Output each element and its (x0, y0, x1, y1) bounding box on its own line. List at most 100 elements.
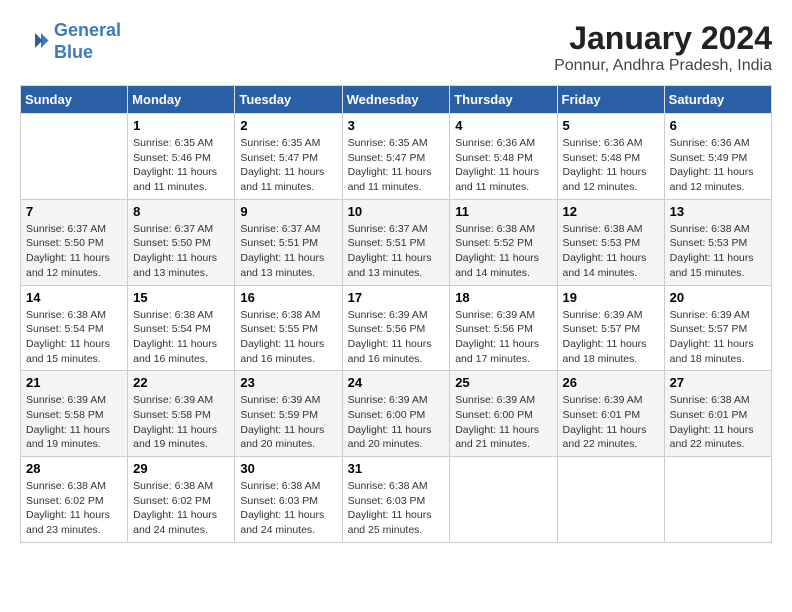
calendar-body: 1Sunrise: 6:35 AMSunset: 5:46 PMDaylight… (21, 114, 772, 543)
calendar-cell: 10Sunrise: 6:37 AMSunset: 5:51 PMDayligh… (342, 199, 450, 285)
day-number: 18 (455, 290, 551, 305)
day-info: Sunrise: 6:39 AMSunset: 5:58 PMDaylight:… (133, 393, 229, 452)
calendar-cell: 13Sunrise: 6:38 AMSunset: 5:53 PMDayligh… (664, 199, 771, 285)
calendar-cell: 28 Sunrise: 6:38 AMSunset: 6:02 PMDayligh… (21, 457, 128, 543)
day-info: Sunrise: 6:37 AMSunset: 5:51 PMDaylight:… (240, 222, 336, 281)
calendar-week-row: 21 Sunrise: 6:39 AMSunset: 5:58 PMDayligh… (21, 371, 772, 457)
logo-icon (20, 27, 50, 57)
day-number: 26 (563, 375, 659, 390)
day-number: 28 (26, 461, 122, 476)
calendar-cell: 11 Sunrise: 6:38 AMSunset: 5:52 PMDayligh… (450, 199, 557, 285)
day-info: Sunrise: 6:38 AMSunset: 6:03 PMDaylight:… (240, 479, 336, 538)
day-number: 15 (133, 290, 229, 305)
calendar-cell: 31 Sunrise: 6:38 AMSunset: 6:03 PMDayligh… (342, 457, 450, 543)
calendar-cell: 9 Sunrise: 6:37 AMSunset: 5:51 PMDaylight… (235, 199, 342, 285)
day-number: 11 (455, 204, 551, 219)
day-number: 10 (348, 204, 445, 219)
calendar-cell: 12 Sunrise: 6:38 AMSunset: 5:53 PMDayligh… (557, 199, 664, 285)
day-info: Sunrise: 6:38 AMSunset: 6:02 PMDaylight:… (133, 479, 229, 538)
calendar-cell (664, 457, 771, 543)
day-info: Sunrise: 6:39 AMSunset: 5:57 PMDaylight:… (670, 308, 766, 367)
calendar-cell: 19 Sunrise: 6:39 AMSunset: 5:57 PMDayligh… (557, 285, 664, 371)
calendar-cell: 29 Sunrise: 6:38 AMSunset: 6:02 PMDayligh… (128, 457, 235, 543)
day-number: 14 (26, 290, 122, 305)
calendar-cell: 30 Sunrise: 6:38 AMSunset: 6:03 PMDayligh… (235, 457, 342, 543)
calendar-cell (450, 457, 557, 543)
day-info: Sunrise: 6:39 AMSunset: 6:00 PMDaylight:… (455, 393, 551, 452)
day-number: 12 (563, 204, 659, 219)
calendar-cell: 15 Sunrise: 6:38 AMSunset: 5:54 PMDayligh… (128, 285, 235, 371)
calendar-table: SundayMondayTuesdayWednesdayThursdayFrid… (20, 85, 772, 543)
day-info: Sunrise: 6:39 AMSunset: 5:56 PMDaylight:… (348, 308, 445, 367)
day-info: Sunrise: 6:36 AMSunset: 5:48 PMDaylight:… (563, 136, 659, 195)
day-number: 4 (455, 118, 551, 133)
col-header-friday: Friday (557, 86, 664, 114)
day-number: 8 (133, 204, 229, 219)
day-info: Sunrise: 6:38 AMSunset: 5:54 PMDaylight:… (26, 308, 122, 367)
col-header-tuesday: Tuesday (235, 86, 342, 114)
calendar-cell: 8 Sunrise: 6:37 AMSunset: 5:50 PMDaylight… (128, 199, 235, 285)
day-number: 27 (670, 375, 766, 390)
calendar-week-row: 14 Sunrise: 6:38 AMSunset: 5:54 PMDayligh… (21, 285, 772, 371)
calendar-week-row: 7 Sunrise: 6:37 AMSunset: 5:50 PMDaylight… (21, 199, 772, 285)
day-info: Sunrise: 6:38 AMSunset: 6:03 PMDaylight:… (348, 479, 445, 538)
day-number: 25 (455, 375, 551, 390)
day-info: Sunrise: 6:36 AMSunset: 5:49 PMDaylight:… (670, 136, 766, 195)
day-number: 31 (348, 461, 445, 476)
calendar-cell: 16Sunrise: 6:38 AMSunset: 5:55 PMDayligh… (235, 285, 342, 371)
calendar-cell: 24 Sunrise: 6:39 AMSunset: 6:00 PMDayligh… (342, 371, 450, 457)
calendar-cell: 25 Sunrise: 6:39 AMSunset: 6:00 PMDayligh… (450, 371, 557, 457)
calendar-cell: 2 Sunrise: 6:35 AMSunset: 5:47 PMDaylight… (235, 114, 342, 200)
day-info: Sunrise: 6:36 AMSunset: 5:48 PMDaylight:… (455, 136, 551, 195)
day-number: 23 (240, 375, 336, 390)
day-info: Sunrise: 6:39 AMSunset: 5:57 PMDaylight:… (563, 308, 659, 367)
day-number: 20 (670, 290, 766, 305)
day-info: Sunrise: 6:39 AMSunset: 6:01 PMDaylight:… (563, 393, 659, 452)
day-number: 29 (133, 461, 229, 476)
month-title: January 2024 (554, 20, 772, 57)
day-number: 30 (240, 461, 336, 476)
calendar-cell: 23Sunrise: 6:39 AMSunset: 5:59 PMDayligh… (235, 371, 342, 457)
logo: General Blue (20, 20, 121, 63)
title-block: January 2024 Ponnur, Andhra Pradesh, Ind… (554, 20, 772, 75)
calendar-cell: 7Sunrise: 6:37 AMSunset: 5:50 PMDaylight… (21, 199, 128, 285)
calendar-cell (557, 457, 664, 543)
calendar-cell: 14 Sunrise: 6:38 AMSunset: 5:54 PMDayligh… (21, 285, 128, 371)
day-info: Sunrise: 6:37 AMSunset: 5:50 PMDaylight:… (133, 222, 229, 281)
day-number: 24 (348, 375, 445, 390)
day-number: 9 (240, 204, 336, 219)
day-number: 6 (670, 118, 766, 133)
day-number: 19 (563, 290, 659, 305)
page-header: General Blue January 2024 Ponnur, Andhra… (20, 20, 772, 75)
day-info: Sunrise: 6:38 AMSunset: 5:54 PMDaylight:… (133, 308, 229, 367)
calendar-cell: 1Sunrise: 6:35 AMSunset: 5:46 PMDaylight… (128, 114, 235, 200)
day-info: Sunrise: 6:35 AMSunset: 5:47 PMDaylight:… (240, 136, 336, 195)
day-number: 7 (26, 204, 122, 219)
calendar-cell: 21 Sunrise: 6:39 AMSunset: 5:58 PMDayligh… (21, 371, 128, 457)
calendar-cell (21, 114, 128, 200)
day-number: 3 (348, 118, 445, 133)
day-info: Sunrise: 6:38 AMSunset: 5:52 PMDaylight:… (455, 222, 551, 281)
day-info: Sunrise: 6:38 AMSunset: 5:55 PMDaylight:… (240, 308, 336, 367)
day-info: Sunrise: 6:38 AMSunset: 5:53 PMDaylight:… (670, 222, 766, 281)
calendar-cell: 3 Sunrise: 6:35 AMSunset: 5:47 PMDaylight… (342, 114, 450, 200)
calendar-cell: 27 Sunrise: 6:38 AMSunset: 6:01 PMDayligh… (664, 371, 771, 457)
day-number: 2 (240, 118, 336, 133)
day-number: 1 (133, 118, 229, 133)
calendar-cell: 26 Sunrise: 6:39 AMSunset: 6:01 PMDayligh… (557, 371, 664, 457)
calendar-week-row: 1Sunrise: 6:35 AMSunset: 5:46 PMDaylight… (21, 114, 772, 200)
col-header-thursday: Thursday (450, 86, 557, 114)
col-header-wednesday: Wednesday (342, 86, 450, 114)
col-header-saturday: Saturday (664, 86, 771, 114)
day-info: Sunrise: 6:38 AMSunset: 6:01 PMDaylight:… (670, 393, 766, 452)
day-info: Sunrise: 6:39 AMSunset: 6:00 PMDaylight:… (348, 393, 445, 452)
day-info: Sunrise: 6:38 AMSunset: 6:02 PMDaylight:… (26, 479, 122, 538)
day-info: Sunrise: 6:39 AMSunset: 5:58 PMDaylight:… (26, 393, 122, 452)
day-info: Sunrise: 6:38 AMSunset: 5:53 PMDaylight:… (563, 222, 659, 281)
day-number: 21 (26, 375, 122, 390)
calendar-cell: 4 Sunrise: 6:36 AMSunset: 5:48 PMDaylight… (450, 114, 557, 200)
day-number: 17 (348, 290, 445, 305)
day-number: 22 (133, 375, 229, 390)
calendar-cell: 6 Sunrise: 6:36 AMSunset: 5:49 PMDaylight… (664, 114, 771, 200)
day-info: Sunrise: 6:35 AMSunset: 5:47 PMDaylight:… (348, 136, 445, 195)
